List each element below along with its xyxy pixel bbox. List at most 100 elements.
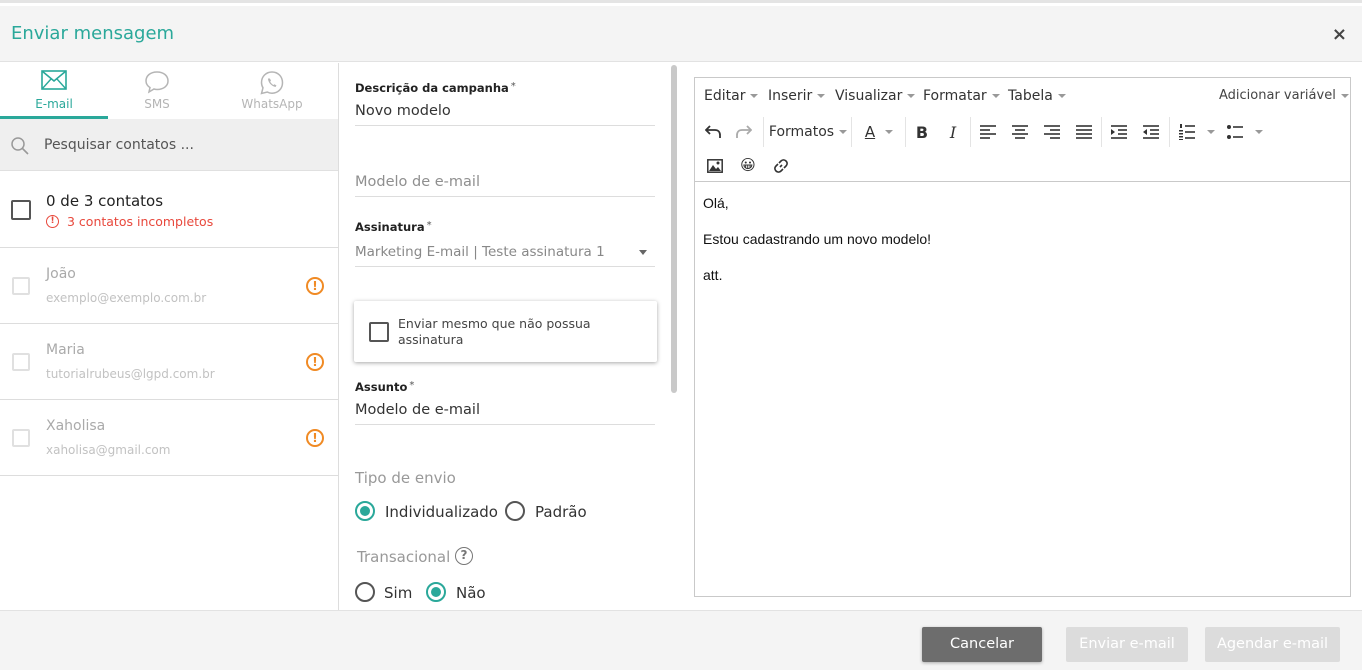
formats-dropdown[interactable]: Formatos (768, 119, 848, 145)
radio-padrao-label: Padrão (535, 503, 587, 521)
text-color-button[interactable]: A (859, 119, 899, 145)
select-all-checkbox[interactable] (11, 200, 31, 220)
menu-tabela[interactable]: Tabela (1008, 88, 1066, 104)
schedule-email-button[interactable]: Agendar e-mail (1205, 627, 1340, 662)
radio-nao[interactable] (426, 582, 446, 602)
image-icon[interactable] (705, 153, 725, 179)
chevron-down-icon (991, 94, 1000, 98)
contacts-count: 0 de 3 contatos (46, 192, 164, 210)
contacts-panel: E-mail SMS WhatsApp 0 de 3 (0, 63, 339, 610)
italic-icon[interactable]: I (943, 119, 963, 145)
menu-editar[interactable]: Editar (704, 88, 759, 104)
send-without-signature-checkbox[interactable] (369, 322, 389, 342)
chevron-down-icon (750, 94, 759, 98)
tab-sms[interactable]: SMS (103, 63, 211, 119)
chevron-down-icon (1340, 93, 1349, 98)
menu-formatar-label: Formatar (923, 88, 987, 104)
campaign-description-label: Descrição da campanha * (355, 81, 516, 95)
menu-inserir-label: Inserir (768, 88, 813, 104)
bullet-list-icon (1227, 125, 1243, 139)
chevron-down-icon (817, 94, 826, 98)
signature-value: Marketing E-mail | Teste assinatura 1 (355, 244, 605, 260)
whatsapp-icon (259, 70, 285, 99)
send-type-title: Tipo de envio (355, 469, 456, 487)
radio-padrao[interactable] (505, 501, 525, 521)
contact-row: Xaholisa xaholisa@gmail.com ! (0, 400, 338, 476)
chevron-down-icon (639, 250, 647, 255)
radio-individualizado[interactable] (355, 501, 375, 521)
send-without-signature-card: Enviar mesmo que não possua assinatura (354, 301, 657, 362)
rich-text-editor: Editar Inserir Visualizar Formatar Tabel… (694, 77, 1351, 597)
radio-sim[interactable] (355, 582, 375, 602)
subject-label: Assunto * (355, 380, 414, 394)
content-line: att. (703, 267, 723, 283)
align-right-icon[interactable] (1042, 119, 1062, 145)
toolbar-divider (851, 117, 852, 147)
menu-tabela-label: Tabela (1008, 88, 1053, 104)
link-icon[interactable] (771, 153, 791, 179)
envelope-icon (41, 70, 67, 93)
menu-formatar[interactable]: Formatar (923, 88, 1000, 104)
content-line: Estou cadastrando um novo modelo! (703, 231, 932, 247)
signature-label: Assinatura * (355, 220, 432, 234)
email-template-select[interactable]: Modelo de e-mail (355, 174, 655, 197)
radio-individualizado-label: Individualizado (385, 503, 498, 521)
chevron-down-icon (907, 94, 916, 98)
subject-input[interactable]: Modelo de e-mail (355, 402, 655, 425)
modal-footer: Cancelar Enviar e-mail Agendar e-mail (0, 610, 1362, 670)
form-scrollbar[interactable] (671, 65, 677, 393)
modal-title: Enviar mensagem (11, 23, 175, 44)
contact-email: xaholisa@gmail.com (46, 443, 171, 457)
toolbar-divider (763, 117, 764, 147)
align-justify-icon[interactable] (1074, 119, 1094, 145)
add-variable-menu[interactable]: Adicionar variável (1219, 88, 1349, 103)
outdent-icon[interactable] (1141, 119, 1161, 145)
help-icon[interactable]: ? (455, 547, 473, 565)
alert-icon[interactable]: ! (306, 429, 324, 447)
editor-menubar: Editar Inserir Visualizar Formatar Tabel… (695, 78, 1350, 114)
incomplete-warning-text: 3 contatos incompletos (67, 214, 214, 229)
emoji-icon[interactable]: 😀 (737, 152, 759, 178)
formats-label: Formatos (768, 124, 835, 140)
alert-icon[interactable]: ! (306, 353, 324, 371)
editor-content[interactable]: Olá, Estou cadastrando um novo modelo! a… (703, 196, 1323, 304)
bold-icon[interactable]: B (912, 119, 932, 145)
send-email-button[interactable]: Enviar e-mail (1066, 627, 1188, 662)
menu-inserir[interactable]: Inserir (768, 88, 826, 104)
alert-icon[interactable]: ! (306, 277, 324, 295)
channel-tabs: E-mail SMS WhatsApp (0, 63, 338, 119)
chevron-down-icon (839, 130, 848, 134)
contact-name: Xaholisa (46, 418, 106, 434)
chevron-down-icon (885, 130, 894, 134)
menu-visualizar-label: Visualizar (835, 88, 903, 104)
contacts-summary: 0 de 3 contatos ! 3 contatos incompletos (0, 172, 338, 248)
tab-email[interactable]: E-mail (0, 63, 108, 119)
indent-icon[interactable] (1109, 119, 1129, 145)
close-icon[interactable]: × (1332, 24, 1347, 45)
incomplete-warning: ! 3 contatos incompletos (46, 214, 213, 229)
campaign-description-label-text: Descrição da campanha (355, 81, 509, 95)
menu-visualizar[interactable]: Visualizar (835, 88, 916, 104)
contact-checkbox[interactable] (12, 277, 30, 295)
tab-whatsapp[interactable]: WhatsApp (218, 63, 326, 119)
bullet-list-button[interactable] (1225, 119, 1265, 145)
numbered-list-button[interactable] (1177, 119, 1217, 145)
transactional-title: Transacional (357, 548, 451, 566)
campaign-description-input[interactable]: Novo modelo (355, 103, 655, 126)
redo-icon[interactable] (734, 119, 754, 145)
align-left-icon[interactable] (978, 119, 998, 145)
contact-row: Maria tutorialrubeus@lgpd.com.br ! (0, 324, 338, 400)
toolbar-divider (905, 117, 906, 147)
cancel-button[interactable]: Cancelar (922, 627, 1042, 662)
content-line: Olá, (703, 195, 729, 211)
search-input[interactable] (44, 133, 324, 157)
contact-checkbox[interactable] (12, 353, 30, 371)
numbered-list-icon (1179, 124, 1195, 140)
tab-email-label: E-mail (35, 97, 73, 111)
contact-checkbox[interactable] (12, 429, 30, 447)
undo-icon[interactable] (703, 119, 723, 145)
align-center-icon[interactable] (1010, 119, 1030, 145)
signature-select[interactable]: Marketing E-mail | Teste assinatura 1 (355, 244, 655, 267)
warning-icon: ! (46, 215, 59, 228)
chevron-down-icon (1057, 94, 1066, 98)
